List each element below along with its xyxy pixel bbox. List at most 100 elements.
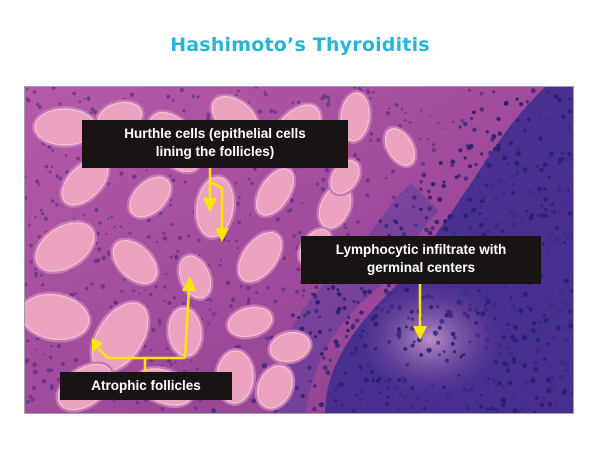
nucleus-dot [410, 317, 414, 321]
nucleus-dot [344, 226, 348, 229]
nucleus-dot [410, 343, 415, 348]
nucleus-dot [521, 406, 525, 411]
nucleus-dot [209, 298, 213, 302]
nucleus-dot [301, 294, 305, 298]
nucleus-dot [437, 325, 442, 330]
nucleus-dot [493, 195, 499, 201]
nucleus-dot [236, 201, 240, 206]
nucleus-dot [431, 143, 436, 147]
nucleus-dot [426, 347, 432, 353]
nucleus-dot [553, 106, 557, 110]
nucleus-dot [458, 125, 462, 129]
nucleus-dot [358, 365, 363, 370]
nucleus-dot [227, 240, 230, 243]
nucleus-dot [335, 384, 340, 388]
nucleus-dot [38, 183, 41, 186]
nucleus-dot [509, 209, 515, 215]
nucleus-dot [429, 114, 432, 117]
nucleus-dot [513, 336, 518, 341]
nucleus-dot [248, 177, 251, 181]
nucleus-dot [463, 176, 468, 181]
nucleus-dot [107, 250, 111, 255]
lymphocytic-infiltrate-label: Lymphocytic infiltrate with germinal cen… [301, 236, 541, 284]
nucleus-dot [490, 406, 495, 411]
nucleus-dot [438, 161, 443, 165]
nucleus-dot [354, 347, 358, 351]
nucleus-dot [453, 350, 457, 354]
nucleus-dot [163, 299, 167, 303]
nucleus-dot [489, 217, 493, 221]
nucleus-dot [333, 388, 337, 392]
nucleus-dot [513, 325, 518, 330]
nucleus-dot [557, 210, 562, 215]
nucleus-dot [484, 217, 489, 221]
nucleus-dot [548, 301, 554, 307]
nucleus-dot [562, 230, 567, 236]
nucleus-dot [540, 212, 546, 218]
nucleus-dot [33, 369, 38, 375]
nucleus-dot [510, 173, 516, 179]
nucleus-dot [492, 302, 498, 308]
nucleus-dot [58, 176, 63, 181]
nucleus-dot [43, 216, 48, 221]
nucleus-dot [563, 241, 566, 244]
nucleus-dot [174, 361, 177, 364]
nucleus-dot [474, 162, 478, 167]
nucleus-dot [427, 195, 433, 200]
nucleus-dot [149, 357, 154, 363]
nucleus-dot [250, 181, 254, 186]
nucleus-dot [230, 297, 236, 302]
nucleus-dot [34, 348, 37, 351]
nucleus-dot [567, 109, 572, 114]
nucleus-dot [386, 387, 390, 390]
nucleus-dot [530, 378, 536, 384]
nucleus-dot [542, 313, 546, 317]
nucleus-dot [554, 307, 558, 311]
nucleus-dot [557, 97, 562, 103]
nucleus-dot [301, 202, 304, 205]
nucleus-dot [429, 305, 434, 310]
nucleus-dot [467, 307, 472, 312]
nucleus-dot [393, 219, 397, 223]
nucleus-dot [450, 331, 456, 337]
nucleus-dot [26, 400, 30, 404]
nucleus-dot [565, 236, 569, 240]
nucleus-dot [486, 407, 491, 412]
nucleus-dot [519, 102, 524, 107]
nucleus-dot [568, 319, 573, 323]
nucleus-dot [483, 307, 489, 313]
nucleus-dot [190, 360, 193, 363]
nucleus-dot [549, 376, 554, 381]
nucleus-dot [559, 374, 564, 380]
lymphocytic-label-line-1: Lymphocytic infiltrate with [335, 242, 507, 257]
nucleus-dot [169, 362, 173, 366]
nucleus-dot [522, 168, 526, 172]
nucleus-dot [467, 88, 472, 92]
nucleus-dot [296, 100, 301, 105]
nucleus-dot [554, 400, 558, 405]
nucleus-dot [100, 284, 106, 289]
nucleus-dot [539, 402, 545, 408]
nucleus-dot [306, 310, 311, 315]
nucleus-dot [410, 326, 415, 331]
nucleus-dot [528, 117, 531, 121]
nucleus-dot [445, 392, 450, 398]
nucleus-dot [538, 113, 542, 117]
nucleus-dot [439, 319, 445, 324]
nucleus-dot [165, 272, 168, 276]
nucleus-dot [336, 292, 340, 296]
nucleus-dot [162, 231, 166, 235]
nucleus-dot [275, 217, 280, 222]
nucleus-dot [480, 198, 485, 204]
nucleus-dot [566, 188, 570, 192]
nucleus-dot [273, 110, 278, 114]
nucleus-dot [303, 313, 307, 318]
nucleus-dot [502, 191, 506, 196]
nucleus-dot [536, 337, 541, 342]
nucleus-dot [32, 386, 37, 391]
nucleus-dot [485, 326, 490, 331]
nucleus-dot [315, 299, 320, 305]
lymphocytic-label-line-2: germinal centers [366, 260, 476, 275]
nucleus-dot [388, 377, 392, 382]
nucleus-dot [314, 308, 319, 313]
